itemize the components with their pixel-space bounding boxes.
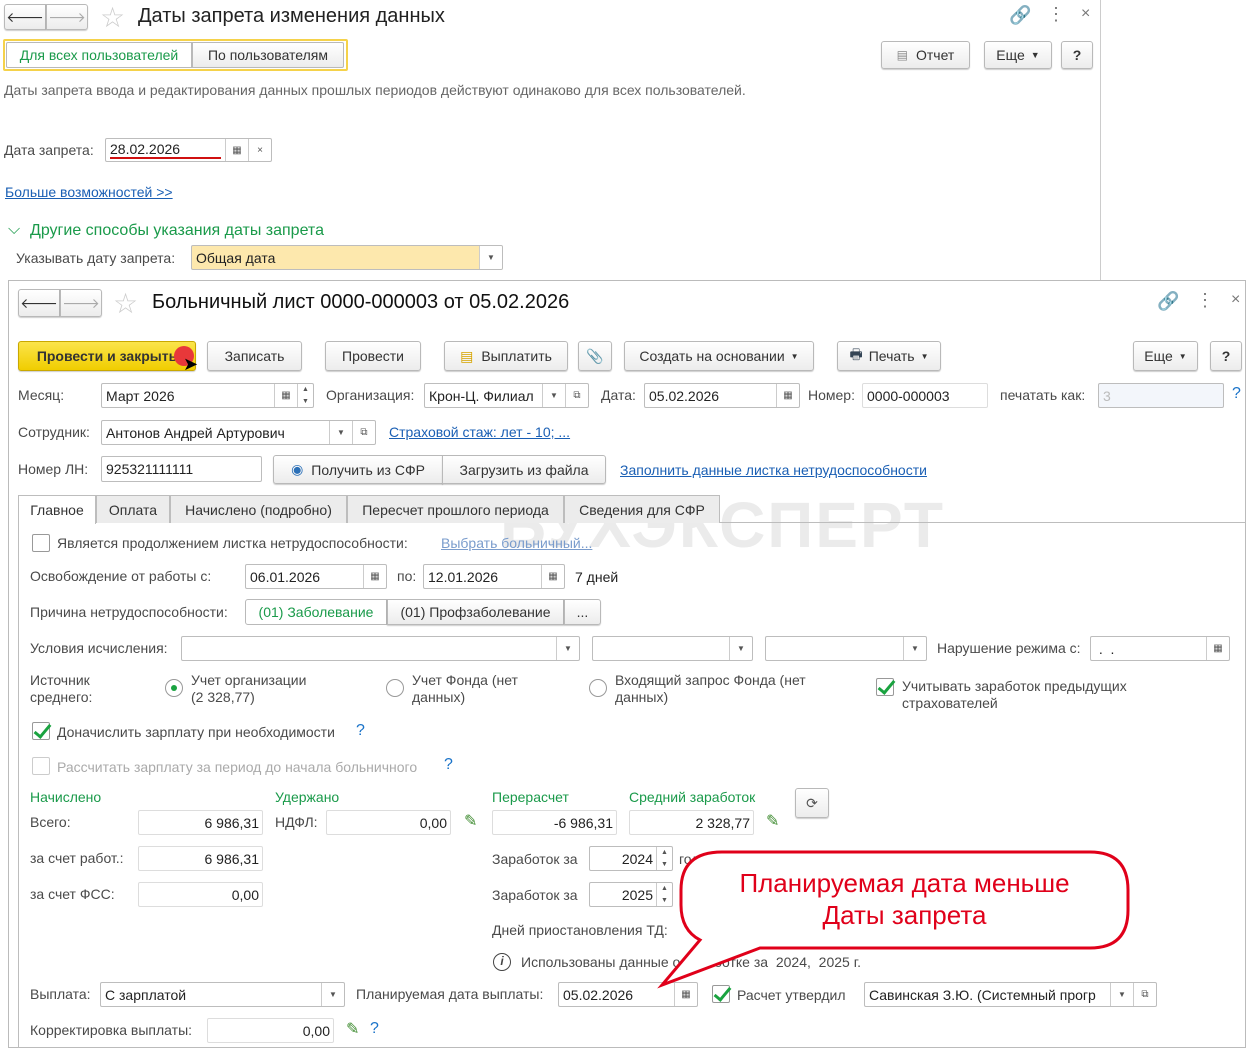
- callout-line-2: Даты запрета: [822, 900, 987, 930]
- callout-text: Планируемая дата меньше Даты запрета: [681, 867, 1128, 931]
- callout-line-1: Планируемая дата меньше: [739, 868, 1070, 898]
